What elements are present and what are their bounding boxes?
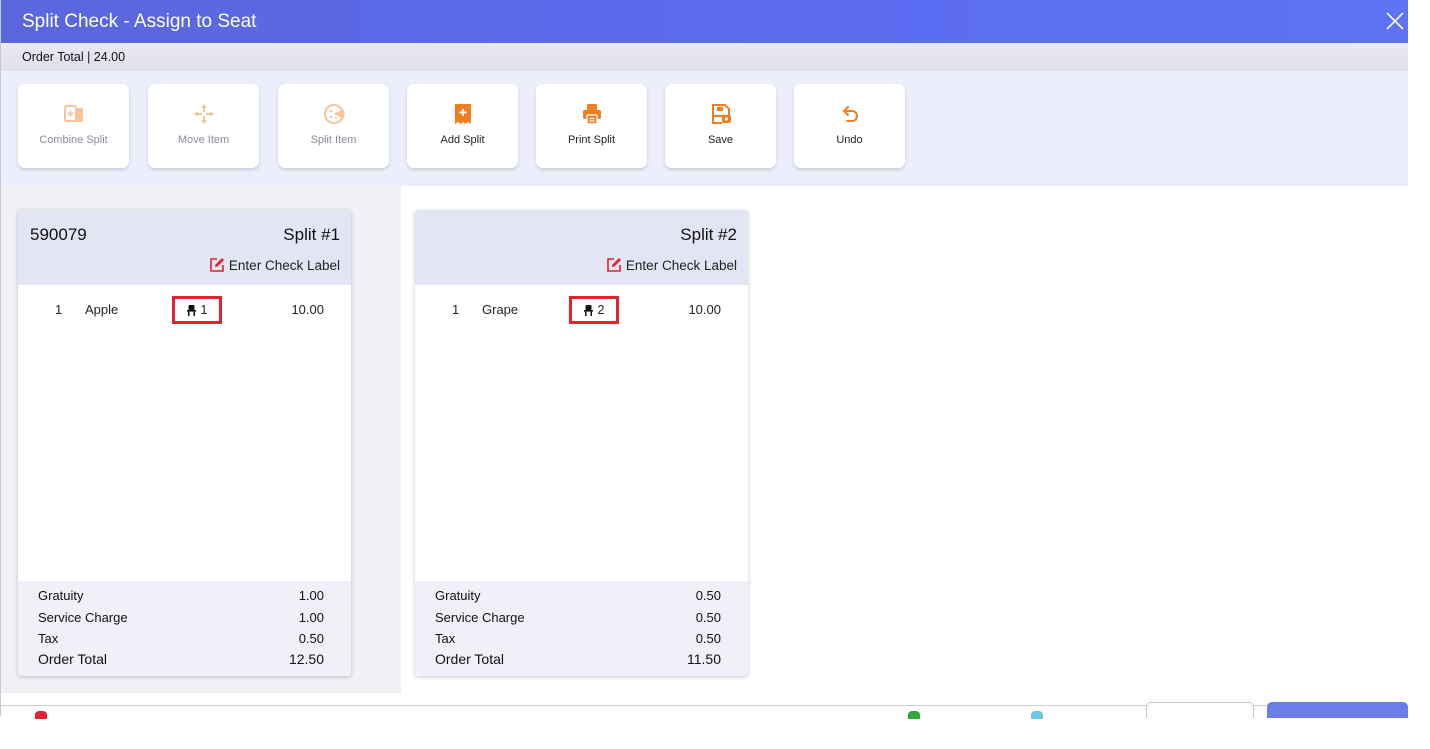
- item-name: Apple: [85, 302, 119, 317]
- print-split-label: Print Split: [567, 134, 616, 146]
- service-charge-value: 1.00: [298, 610, 324, 625]
- order-total-value: 12.50: [288, 651, 324, 667]
- blue-status-dot: [1031, 711, 1043, 719]
- service-charge-row: Service Charge 0.50: [435, 610, 721, 628]
- combine-icon: [63, 105, 83, 122]
- split-totals: Gratuity 1.00 Service Charge 1.00 Tax 0.…: [18, 581, 351, 676]
- seat-chair-icon: [186, 304, 196, 316]
- gratuity-label: Gratuity: [435, 588, 481, 603]
- move-item-label: Move Item: [177, 134, 230, 146]
- add-receipt-icon: [454, 104, 471, 124]
- gratuity-label: Gratuity: [38, 588, 84, 603]
- item-name: Grape: [482, 302, 519, 317]
- splits-area: 590079 Split #1 Enter Check Label 1 Appl…: [1, 186, 1408, 693]
- move-item-button[interactable]: Move Item: [148, 84, 259, 168]
- red-status-dot: [35, 711, 47, 719]
- edit-icon: [210, 258, 224, 272]
- enter-check-label-text: Enter Check Label: [625, 257, 737, 273]
- gratuity-value: 0.50: [695, 588, 721, 603]
- order-number: 590079: [30, 225, 87, 244]
- order-total-value: 11.50: [687, 651, 721, 667]
- save-label: Save: [707, 134, 734, 146]
- footer-primary-button[interactable]: [1267, 702, 1408, 718]
- split-number: Split #1: [283, 225, 340, 244]
- save-button[interactable]: Save: [665, 84, 776, 168]
- service-charge-label: Service Charge: [38, 610, 128, 625]
- seat-number: 1: [200, 303, 208, 317]
- toolbar: Combine Split Move Item Split Item Add S…: [1, 71, 1408, 186]
- seat-assignment[interactable]: 2: [569, 296, 619, 324]
- split-card-2[interactable]: Split #2 Enter Check Label 1 Grape 2 10.…: [415, 210, 748, 676]
- printer-icon: [582, 104, 601, 125]
- save-icon: [711, 104, 731, 124]
- seat-chair-icon: [583, 304, 593, 316]
- window-title: Split Check - Assign to Seat: [22, 11, 257, 32]
- service-charge-row: Service Charge 1.00: [38, 610, 324, 628]
- enter-check-label-link[interactable]: Enter Check Label: [209, 257, 340, 273]
- split-card-1[interactable]: 590079 Split #1 Enter Check Label 1 Appl…: [18, 210, 351, 676]
- enter-check-label-link[interactable]: Enter Check Label: [606, 257, 737, 273]
- split-item-label: Split Item: [310, 134, 357, 146]
- split-header: 590079 Split #1 Enter Check Label: [18, 210, 351, 285]
- combine-split-button[interactable]: Combine Split: [18, 84, 129, 168]
- gratuity-value: 1.00: [298, 588, 324, 603]
- split-item-button[interactable]: Split Item: [278, 84, 389, 168]
- undo-button[interactable]: Undo: [794, 84, 905, 168]
- list-item[interactable]: 1 Grape 2 10.00: [415, 296, 748, 324]
- split-number: Split #2: [680, 225, 737, 244]
- footer-strip: [1, 693, 1408, 719]
- undo-label: Undo: [836, 134, 863, 146]
- tax-label: Tax: [38, 631, 59, 646]
- item-qty: 1: [452, 302, 460, 317]
- split-header: Split #2 Enter Check Label: [415, 210, 748, 285]
- close-button[interactable]: [1382, 8, 1408, 34]
- close-icon: [1386, 12, 1404, 30]
- order-total-bar: Order Total | 24.00: [1, 43, 1408, 71]
- gratuity-row: Gratuity 0.50: [435, 588, 721, 606]
- gratuity-row: Gratuity 1.00: [38, 588, 324, 606]
- seat-number: 2: [597, 303, 605, 317]
- print-split-button[interactable]: Print Split: [536, 84, 647, 168]
- order-total-label: Order Total: [38, 651, 107, 667]
- add-split-label: Add Split: [440, 134, 485, 146]
- order-total-row: Order Total 12.50: [38, 651, 324, 669]
- order-total-text: Order Total | 24.00: [22, 50, 126, 64]
- tax-label: Tax: [435, 631, 456, 646]
- seat-assignment[interactable]: 1: [172, 296, 222, 324]
- service-charge-value: 0.50: [695, 610, 721, 625]
- list-item[interactable]: 1 Apple 1 10.00: [18, 296, 351, 324]
- tax-value: 0.50: [695, 631, 721, 646]
- tax-value: 0.50: [298, 631, 324, 646]
- item-price: 10.00: [688, 302, 721, 317]
- item-price: 10.00: [291, 302, 324, 317]
- add-split-button[interactable]: Add Split: [407, 84, 518, 168]
- service-charge-label: Service Charge: [435, 610, 525, 625]
- order-total-row: Order Total 11.50: [435, 651, 721, 669]
- title-bar: Split Check - Assign to Seat: [1, 0, 1408, 43]
- order-total-label: Order Total: [435, 651, 504, 667]
- tax-row: Tax 0.50: [38, 631, 324, 649]
- pizza-slice-icon: [323, 104, 345, 124]
- footer-secondary-button[interactable]: [1146, 702, 1254, 718]
- green-status-dot: [908, 711, 920, 719]
- tax-row: Tax 0.50: [435, 631, 721, 649]
- combine-split-label: Combine Split: [39, 134, 108, 146]
- edit-icon: [607, 258, 621, 272]
- item-qty: 1: [55, 302, 63, 317]
- split-check-modal: Split Check - Assign to Seat Order Total…: [0, 0, 1408, 719]
- move-arrows-icon: [193, 104, 214, 124]
- undo-icon: [842, 106, 858, 122]
- enter-check-label-text: Enter Check Label: [228, 257, 340, 273]
- split-totals: Gratuity 0.50 Service Charge 0.50 Tax 0.…: [415, 581, 748, 676]
